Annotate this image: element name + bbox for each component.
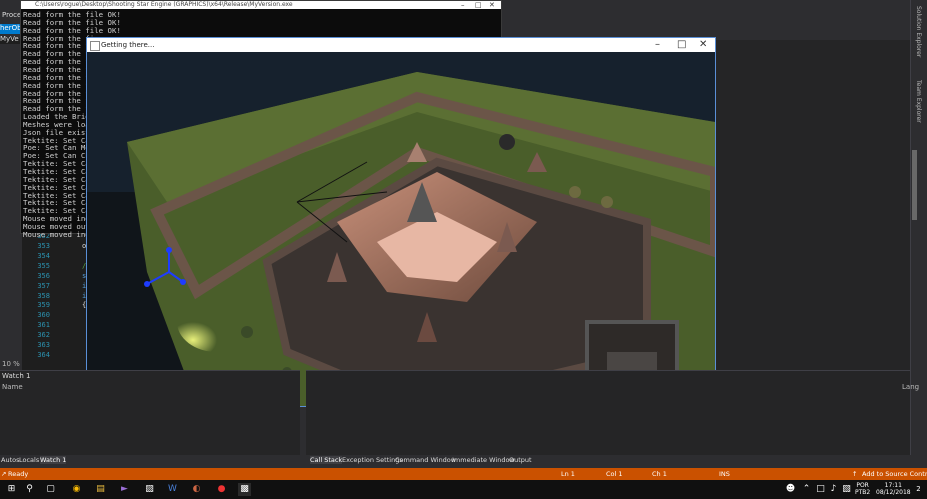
keyboard-layout: PTB2	[855, 489, 871, 496]
tab-command-window[interactable]: Command Window	[395, 456, 456, 464]
date: 08/12/2018	[876, 489, 911, 496]
file-tab[interactable]: MyVe	[0, 35, 19, 43]
right-panel-header	[714, 0, 927, 40]
zoom-level[interactable]: 10 %	[2, 360, 20, 368]
windows-start-icon[interactable]: ⊞	[5, 483, 18, 496]
call-stack-panel: Lang	[306, 370, 919, 456]
game-title: Getting there...	[101, 41, 155, 49]
watch-panel: Watch 1 Name	[0, 370, 300, 456]
time: 17:11	[884, 482, 902, 489]
language-code: POR	[856, 482, 869, 489]
process-menu[interactable]: Proce	[2, 11, 21, 19]
console-app-icon[interactable]: ▩	[238, 483, 251, 496]
maximize-icon[interactable]: □	[475, 1, 482, 9]
console-title: C:\Users\rogue\Desktop\Shooting Star Eng…	[35, 1, 293, 8]
battery-icon[interactable]: ▧	[840, 483, 853, 496]
tab-watch-1[interactable]: Watch 1	[40, 456, 67, 464]
line-number: 364	[37, 350, 50, 359]
notification-count: 2	[916, 485, 921, 493]
status-icon: ↗	[1, 470, 7, 478]
bottom-tab-strip: Autos Locals Watch 1 Call Stack Exceptio…	[0, 455, 927, 467]
clock[interactable]: 17:11 08/12/2018	[876, 482, 911, 496]
minimize-icon[interactable]: –	[655, 38, 660, 52]
notification-icon[interactable]: 2	[912, 483, 925, 496]
watch-panel-title: Watch 1	[2, 372, 31, 380]
editor-scrollbar-thumb[interactable]	[912, 150, 917, 220]
tab-immediate-window[interactable]: Immediate Window	[452, 456, 515, 464]
tab-output[interactable]: Output	[509, 456, 532, 464]
chrome-icon[interactable]: ◉	[70, 483, 83, 496]
line-number: 356	[37, 271, 50, 280]
maximize-icon[interactable]: □	[677, 38, 686, 52]
team-explorer-tab[interactable]: Team Explorer	[915, 80, 922, 123]
line-number: 355	[37, 261, 50, 270]
game-window[interactable]: Getting there... – □ ✕	[86, 37, 716, 407]
status-column: Col 1	[606, 470, 623, 478]
console-line: Mouse moved indi	[23, 229, 95, 239]
game-viewport[interactable]	[87, 52, 715, 406]
tab-autos[interactable]: Autos	[1, 456, 19, 464]
network-icon[interactable]: □	[814, 483, 827, 496]
close-icon[interactable]: ✕	[489, 1, 495, 9]
people-icon[interactable]: ☻	[784, 483, 797, 496]
solution-explorer-panel	[714, 40, 910, 370]
status-line: Ln 1	[561, 470, 575, 478]
paint-icon[interactable]: ◐	[190, 483, 203, 496]
taskbar: ⊞ ⚲ ▢ ◉ ▤ ► ▨ W ◐ ● ▩ ☻ ⌃ □ ♪ ▧ POR PTB2…	[0, 480, 927, 499]
app-icon[interactable]: ▨	[143, 483, 156, 496]
line-number: 362	[37, 331, 50, 340]
line-number: 358	[37, 291, 50, 300]
up-arrow-icon: ↑	[852, 470, 858, 478]
tab-exception-settings[interactable]: Exception Settings	[342, 456, 403, 464]
line-number: 357	[37, 281, 50, 290]
name-column-header[interactable]: Name	[2, 383, 23, 391]
solution-explorer-tab[interactable]: Solution Explorer	[915, 6, 922, 57]
editor-margin	[0, 44, 22, 370]
line-number: 361	[37, 321, 50, 330]
task-view-icon[interactable]: ▢	[44, 483, 57, 496]
line-number: 363	[37, 341, 50, 349]
record-icon[interactable]: ●	[215, 483, 228, 496]
line-number: 359	[37, 301, 50, 310]
scene-object	[569, 186, 581, 198]
gizmo-handle	[144, 281, 150, 287]
tab-call-stack[interactable]: Call Stack	[310, 456, 343, 464]
input-language[interactable]: POR PTB2	[855, 482, 870, 496]
status-bar: ↗ Ready Ln 1 Col 1 Ch 1 INS ↑ Add to Sou…	[0, 468, 927, 480]
search-icon[interactable]: ⚲	[23, 483, 36, 496]
close-icon[interactable]: ✕	[699, 38, 707, 52]
line-number: 354	[37, 251, 50, 260]
minimize-icon[interactable]: –	[461, 1, 465, 9]
line-number: 360	[37, 311, 50, 320]
add-to-source-control-button[interactable]: Add to Source Control	[862, 468, 927, 480]
status-char: Ch 1	[652, 470, 667, 478]
status-insert-mode: INS	[719, 470, 730, 478]
status-ready: Ready	[8, 470, 29, 478]
document-tab[interactable]: herObje	[0, 24, 22, 34]
word-icon[interactable]: W	[166, 483, 179, 496]
file-explorer-icon[interactable]: ▤	[94, 483, 107, 496]
line-number: 353	[37, 242, 50, 250]
volume-icon[interactable]: ♪	[827, 483, 840, 496]
tab-locals[interactable]: Locals	[19, 456, 39, 464]
language-column-header[interactable]: Lang	[902, 383, 919, 391]
app-icon	[90, 41, 100, 51]
visual-studio-icon[interactable]: ►	[118, 483, 131, 496]
chevron-up-icon[interactable]: ⌃	[800, 483, 813, 496]
game-title-bar[interactable]: Getting there... – □ ✕	[87, 38, 715, 52]
light-glow	[177, 292, 257, 352]
console-title-bar[interactable]: C:\Users\rogue\Desktop\Shooting Star Eng…	[21, 1, 501, 9]
